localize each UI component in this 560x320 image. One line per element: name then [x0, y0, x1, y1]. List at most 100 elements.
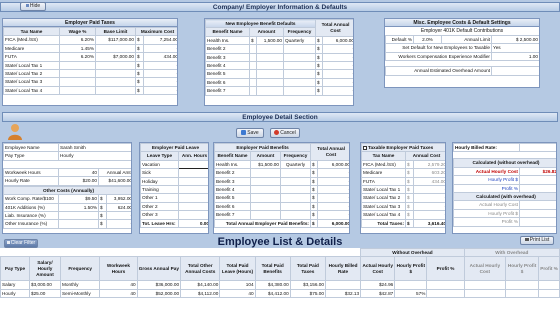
list-col-header[interactable]: Pay Type [0, 256, 30, 282]
frequency-cell[interactable] [280, 201, 311, 212]
list-cell[interactable]: $4,380.00 [254, 280, 291, 290]
amount-cell[interactable] [256, 52, 284, 63]
wage-pct-cell[interactable] [59, 85, 96, 96]
benefit-name-cell[interactable]: Benefit 6 [205, 77, 250, 88]
list-cell[interactable] [324, 280, 362, 290]
list-cell[interactable]: $36,000.00 [136, 280, 182, 290]
list-cell[interactable] [538, 280, 560, 290]
base-limit-cell[interactable] [95, 60, 136, 71]
frequency-cell[interactable] [280, 168, 311, 178]
leave-hours-cell[interactable] [177, 201, 208, 212]
list-col-header[interactable]: Total Paid Leave (Hours) [219, 256, 256, 282]
amount-cell[interactable] [256, 86, 284, 96]
billed-rate-field[interactable] [519, 143, 556, 153]
list-cell[interactable]: 57% [394, 288, 428, 299]
list-col-header[interactable]: Salary/ Hourly Amount [28, 256, 62, 282]
frequency-cell[interactable] [280, 176, 311, 187]
leave-hours-cell[interactable] [177, 185, 208, 195]
list-col-header[interactable]: Workweek Hours [99, 256, 138, 282]
benefit-name-cell[interactable]: Benefit 6 [214, 201, 251, 212]
leave-hours-cell[interactable] [177, 193, 208, 203]
amount-cell[interactable] [250, 185, 281, 195]
frequency-cell[interactable] [280, 185, 311, 195]
benefit-name-cell[interactable]: Benefit 2 [205, 44, 250, 54]
base-limit-cell[interactable] [95, 85, 136, 96]
list-col-header[interactable]: Profit % [538, 256, 560, 282]
default-pct-field[interactable]: 2.0% [413, 34, 442, 45]
base-limit-cell[interactable] [95, 77, 136, 87]
list-cell[interactable] [538, 288, 560, 299]
leave-hours-cell[interactable] [177, 159, 208, 170]
amount-cell[interactable] [256, 69, 284, 79]
rate-cell[interactable] [58, 219, 99, 229]
list-cell[interactable]: Hourly [0, 288, 30, 299]
annual-limit-field[interactable]: $ 2,500.00 [491, 34, 539, 45]
list-cell[interactable]: $4,112.00 [180, 288, 221, 299]
workers-comp-field[interactable]: 1.00 [491, 51, 539, 62]
base-limit-cell[interactable]: $7,000.00 [95, 52, 136, 62]
benefit-name-cell[interactable]: Benefit 3 [214, 176, 251, 187]
taxable-checkbox[interactable] [363, 145, 367, 150]
list-cell[interactable]: $3,156.00 [289, 280, 326, 290]
list-cell[interactable]: $25.00 [28, 288, 62, 299]
list-cell[interactable] [505, 288, 540, 299]
list-cell[interactable] [426, 288, 465, 299]
list-cell[interactable]: $75.00 [289, 288, 326, 299]
benefit-name-cell[interactable]: Benefit 4 [214, 185, 251, 195]
amount-cell[interactable] [250, 193, 281, 203]
amount-cell[interactable] [250, 210, 281, 220]
frequency-cell[interactable]: Quarterly [282, 35, 317, 46]
frequency-cell[interactable] [282, 52, 317, 63]
list-cell[interactable]: Monthly [60, 280, 101, 290]
list-col-header[interactable]: Total Paid Benefits [254, 256, 291, 282]
workweek-hours-field[interactable]: 40 [58, 167, 99, 178]
benefit-name-cell[interactable]: Benefit 3 [205, 52, 250, 63]
list-cell[interactable] [426, 280, 465, 290]
list-cell[interactable]: 104 [219, 280, 256, 290]
list-col-header[interactable]: Actual Hourly Cost [360, 256, 396, 282]
amount-cell[interactable] [250, 201, 281, 212]
amount-cell[interactable] [250, 176, 281, 187]
list-col-header[interactable]: Frequency [60, 256, 101, 282]
base-limit-cell[interactable]: $117,000.00 [95, 35, 136, 45]
list-cell[interactable]: 40 [99, 280, 138, 290]
cancel-button[interactable]: Cancel [270, 128, 300, 138]
list-col-header[interactable]: Gross Annual Pay [136, 256, 182, 282]
frequency-cell[interactable] [280, 193, 311, 203]
hide-button[interactable]: Hide [20, 2, 46, 11]
frequency-cell[interactable] [282, 86, 317, 96]
frequency-cell[interactable] [282, 44, 317, 54]
list-cell[interactable] [394, 280, 428, 290]
frequency-cell[interactable] [282, 77, 317, 88]
list-cell[interactable]: $24.96 [360, 280, 396, 290]
list-cell[interactable]: $42.87 [360, 288, 396, 299]
benefit-name-cell[interactable]: Benefit 4 [205, 61, 250, 71]
list-col-header[interactable]: Hourly Profit $ [505, 256, 540, 282]
rate-cell[interactable] [58, 211, 99, 221]
amount-cell[interactable]: 1,500.00 [256, 35, 284, 46]
list-cell[interactable] [505, 280, 540, 290]
frequency-cell[interactable] [282, 61, 317, 71]
list-col-header[interactable]: Hourly Billed Rate [324, 256, 362, 282]
hourly-rate-field[interactable]: $20.00 [58, 176, 99, 186]
rate-cell[interactable]: $9.50 [58, 194, 99, 204]
leave-hours-cell[interactable] [177, 176, 208, 187]
list-col-header[interactable]: Total Other Annual Costs [180, 256, 221, 282]
wage-pct-cell[interactable]: 1.45% [59, 43, 96, 54]
list-cell[interactable]: $32.13 [324, 288, 362, 299]
list-cell[interactable]: $52,000.00 [136, 288, 182, 299]
overhead-field[interactable] [491, 66, 539, 76]
leave-hours-cell[interactable] [177, 168, 208, 178]
benefit-name-cell[interactable]: Benefit 7 [205, 86, 250, 96]
base-limit-cell[interactable] [95, 69, 136, 79]
wage-pct-cell[interactable]: 6.20% [59, 52, 96, 62]
benefit-name-cell[interactable]: Health Ins. [205, 35, 250, 46]
benefit-name-cell[interactable]: Benefit 7 [214, 210, 251, 220]
save-button[interactable]: Save [236, 128, 264, 138]
amount-cell[interactable] [256, 44, 284, 54]
list-col-header[interactable]: Total Paid Taxes [289, 256, 326, 282]
list-cell[interactable]: 40 [219, 288, 256, 299]
pay-type-select[interactable]: Hourly [57, 151, 131, 161]
benefit-name-cell[interactable]: Benefit 5 [205, 69, 250, 79]
list-cell[interactable]: Salary [0, 280, 30, 290]
